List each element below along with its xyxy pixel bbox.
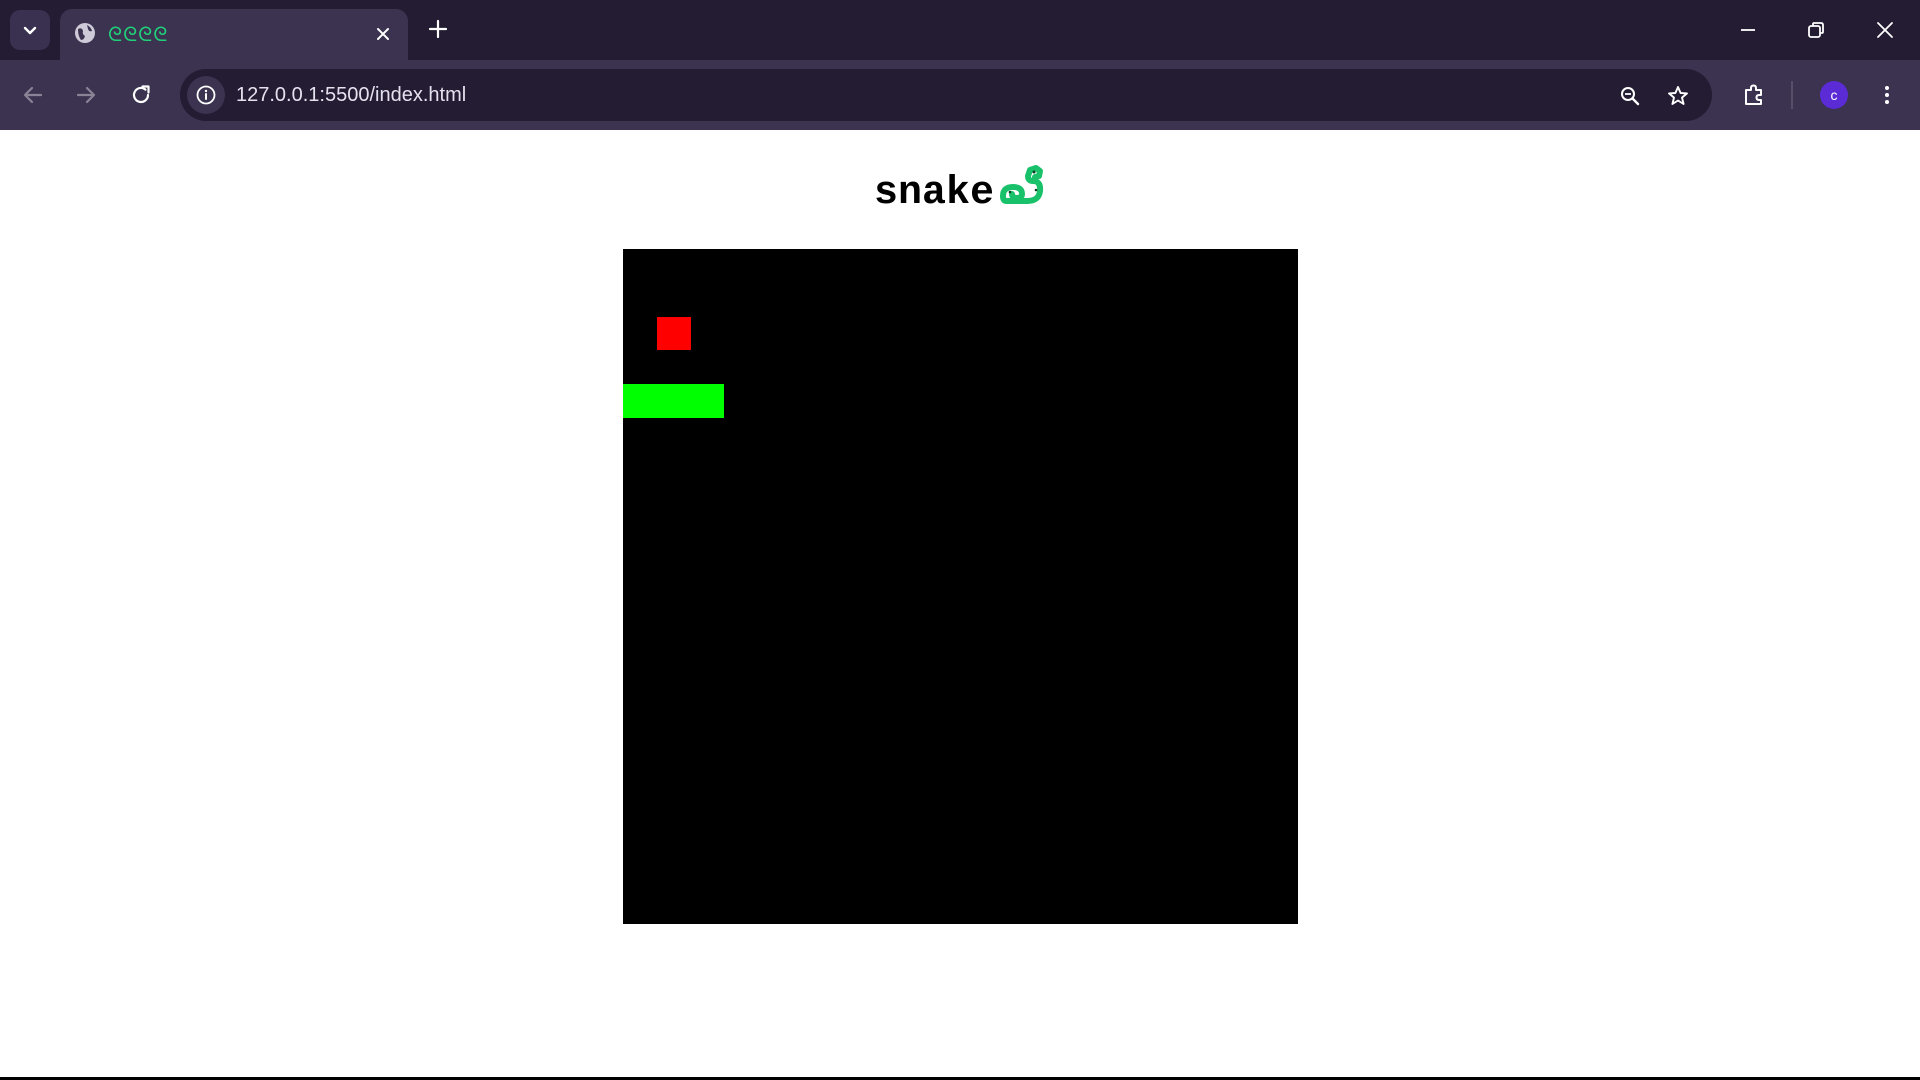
close-tab-icon[interactable] bbox=[372, 23, 394, 45]
reload-icon[interactable] bbox=[128, 82, 154, 108]
forward-arrow-icon[interactable] bbox=[73, 82, 99, 108]
info-icon bbox=[196, 85, 216, 105]
tab-search-button[interactable] bbox=[10, 10, 50, 50]
profile-avatar[interactable]: c bbox=[1820, 81, 1848, 109]
browser-toolbar: 127.0.0.1:5500/index.html c bbox=[0, 60, 1920, 130]
food-apple bbox=[656, 316, 691, 351]
tab-strip: ᘓᘓᘓᘓ bbox=[0, 0, 1920, 60]
page-title-text: snake bbox=[873, 171, 995, 216]
back-arrow-icon[interactable] bbox=[20, 82, 46, 108]
url-text[interactable]: 127.0.0.1:5500/index.html bbox=[236, 69, 466, 121]
site-info-button[interactable] bbox=[187, 76, 225, 114]
page-title: snake bbox=[0, 165, 1920, 222]
snake-segment bbox=[656, 384, 691, 418]
browser-tab[interactable]: ᘓᘓᘓᘓ bbox=[60, 9, 408, 60]
zoom-icon[interactable] bbox=[1618, 84, 1642, 108]
kebab-menu-icon[interactable] bbox=[1874, 82, 1900, 108]
snake-segment bbox=[690, 384, 725, 418]
minimize-icon[interactable] bbox=[1736, 18, 1760, 42]
address-bar[interactable]: 127.0.0.1:5500/index.html bbox=[180, 69, 1712, 121]
tab-title: ᘓᘓᘓᘓ bbox=[108, 22, 169, 46]
bookmark-star-icon[interactable] bbox=[1666, 84, 1690, 108]
globe-icon bbox=[75, 23, 95, 43]
game-board[interactable] bbox=[623, 249, 1298, 924]
close-window-icon[interactable] bbox=[1873, 18, 1897, 42]
toolbar-separator bbox=[1791, 81, 1793, 109]
snake-logo-icon bbox=[1000, 165, 1044, 204]
snake-segment bbox=[623, 384, 657, 418]
page-viewport: snake bbox=[0, 130, 1920, 1080]
restore-icon[interactable] bbox=[1804, 18, 1828, 42]
extensions-puzzle-icon[interactable] bbox=[1741, 82, 1767, 108]
chevron-down-icon bbox=[23, 26, 37, 35]
new-tab-icon[interactable] bbox=[426, 17, 450, 41]
